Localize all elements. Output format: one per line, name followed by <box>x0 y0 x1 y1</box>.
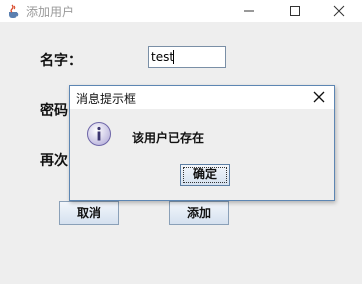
dialog-close-button[interactable] <box>308 88 330 106</box>
password-label: 密码 <box>40 103 68 119</box>
maximize-icon <box>290 6 300 16</box>
cancel-button[interactable]: 取消 <box>59 201 119 225</box>
info-icon <box>86 121 112 147</box>
maximize-button[interactable] <box>272 0 318 22</box>
focus-ring <box>183 167 227 183</box>
dialog-message: 该用户已存在 <box>132 131 205 145</box>
name-label: 名字： <box>40 53 82 69</box>
ok-button[interactable]: 确定 <box>180 164 230 186</box>
add-button[interactable]: 添加 <box>169 201 229 225</box>
close-icon <box>333 5 345 17</box>
message-dialog: 消息提示框 该用户已存在 确定 <box>69 85 335 201</box>
minimize-icon <box>244 10 254 12</box>
name-field[interactable] <box>148 46 226 68</box>
dialog-title: 消息提示框 <box>76 92 137 106</box>
close-icon <box>313 91 325 103</box>
close-button[interactable] <box>316 0 362 22</box>
confirm-password-label: 再次 <box>40 153 68 169</box>
window-titlebar: 添加用户 <box>0 0 362 22</box>
window-title: 添加用户 <box>26 5 75 19</box>
text-caret <box>173 50 174 64</box>
minimize-button[interactable] <box>226 0 272 22</box>
java-coffee-icon <box>6 3 21 19</box>
dialog-titlebar: 消息提示框 <box>70 86 334 109</box>
